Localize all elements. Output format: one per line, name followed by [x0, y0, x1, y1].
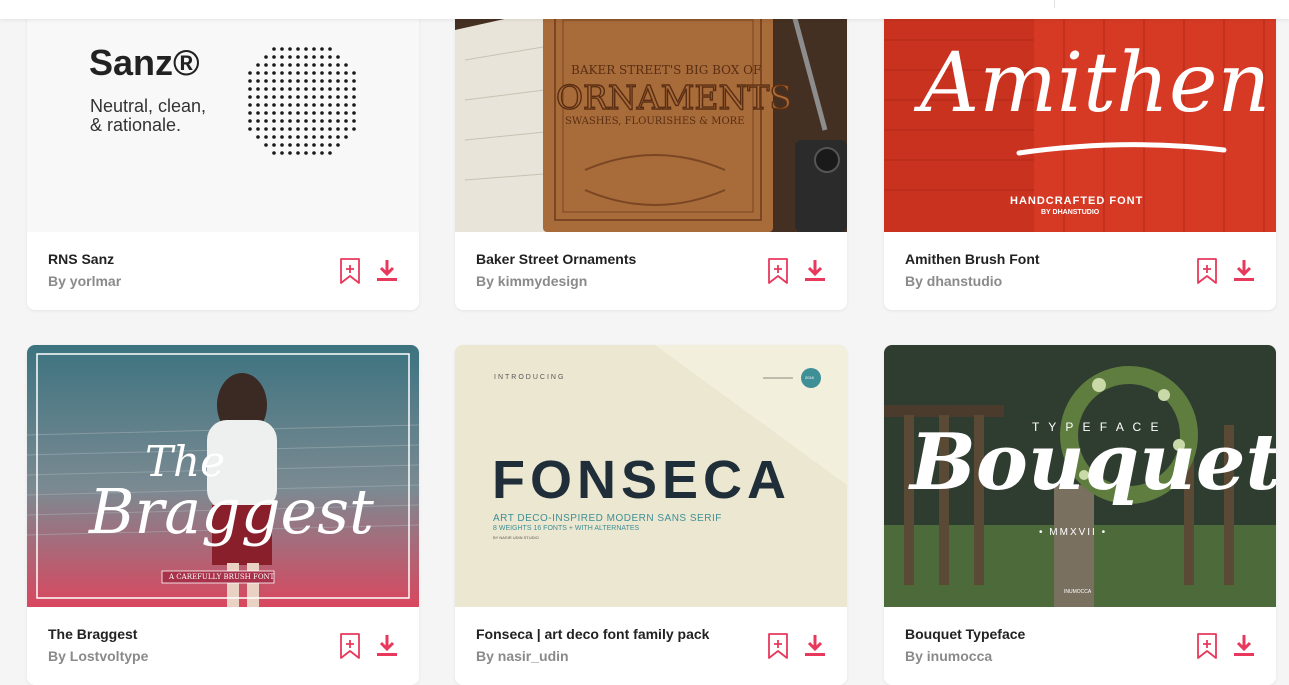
download-icon[interactable]	[804, 259, 826, 283]
download-icon[interactable]	[1233, 634, 1255, 658]
preview-year: • MMXVII •	[1039, 527, 1108, 538]
font-card[interactable]: Sanz® Neutral, clean, & rationale. RNS S…	[27, 0, 419, 310]
font-title[interactable]: Fonseca | art deco font family pack	[476, 626, 709, 642]
font-card-meta: Bouquet Typeface By inumocca	[884, 607, 1276, 685]
font-preview-image[interactable]: The Braggest A CAREFULLY BRUSH FONT	[27, 345, 419, 607]
font-card-meta: Amithen Brush Font By dhanstudio	[884, 232, 1276, 310]
download-icon[interactable]	[376, 634, 398, 658]
preview-text: SWASHES, FLOURISHES & MORE	[565, 116, 745, 127]
bookmark-add-icon[interactable]	[767, 632, 789, 660]
font-card[interactable]: T Y P E F A C E Bouquet • MMXVII • INUMO…	[884, 345, 1276, 685]
font-preview-image[interactable]: INTRODUCING 2016 FONSECA ART DECO-INSPIR…	[455, 345, 847, 607]
preview-intro: INTRODUCING	[494, 374, 566, 381]
font-card[interactable]: The Braggest A CAREFULLY BRUSH FONT The …	[27, 345, 419, 685]
font-author-link[interactable]: By nasir_udin	[476, 648, 569, 664]
font-card-meta: RNS Sanz By yorlmar	[27, 232, 419, 310]
download-icon[interactable]	[376, 259, 398, 283]
font-preview-image[interactable]: Sanz® Neutral, clean, & rationale.	[27, 0, 419, 232]
preview-word: Amithen	[920, 36, 1271, 131]
bookmark-add-icon[interactable]	[339, 632, 361, 660]
font-preview-image[interactable]: Amithen HANDCRAFTED FONT BY DHANSTUDIO	[884, 0, 1276, 232]
font-title[interactable]: RNS Sanz	[48, 251, 114, 267]
font-card-meta: Fonseca | art deco font family pack By n…	[455, 607, 847, 685]
bookmark-add-icon[interactable]	[339, 257, 361, 285]
bookmark-add-icon[interactable]	[1196, 257, 1218, 285]
preview-tagline: Neutral, clean,	[90, 96, 207, 116]
font-title[interactable]: The Braggest	[48, 626, 137, 642]
nav-divider	[1054, 0, 1055, 8]
font-title[interactable]: Amithen Brush Font	[905, 251, 1040, 267]
font-card[interactable]: INTRODUCING 2016 FONSECA ART DECO-INSPIR…	[455, 345, 847, 685]
preview-text: ORNAMENTS	[555, 77, 792, 117]
preview-logo: Sanz®	[89, 42, 200, 83]
font-preview-image[interactable]: T Y P E F A C E Bouquet • MMXVII • INUMO…	[884, 345, 1276, 607]
font-title[interactable]: Baker Street Ornaments	[476, 251, 636, 267]
top-navigation-bar	[0, 0, 1289, 19]
font-card-meta: Baker Street Ornaments By kimmydesign	[455, 232, 847, 310]
bookmark-add-icon[interactable]	[767, 257, 789, 285]
font-card[interactable]: BAKER STREET'S BIG BOX OF ORNAMENTS SWAS…	[455, 0, 847, 310]
preview-word: Bouquet	[910, 417, 1276, 508]
download-icon[interactable]	[804, 634, 826, 658]
preview-word: FONSECA	[492, 450, 792, 510]
preview-badge: 2016	[805, 375, 814, 380]
preview-tagline: & rationale.	[90, 115, 182, 135]
preview-subtitle: HANDCRAFTED FONT	[1010, 195, 1144, 207]
bookmark-add-icon[interactable]	[1196, 632, 1218, 660]
preview-credit: INUMOCCA	[1064, 589, 1092, 595]
font-author-link[interactable]: By dhanstudio	[905, 273, 1002, 289]
download-icon[interactable]	[1233, 259, 1255, 283]
font-author-link[interactable]: By Lostvoltype	[48, 648, 148, 664]
preview-credit: BY DHANSTUDIO	[1041, 209, 1100, 216]
preview-subtitle: ART DECO-INSPIRED MODERN SANS SERIF	[493, 513, 722, 524]
font-author-link[interactable]: By yorlmar	[48, 273, 121, 289]
dot-circle-graphic	[248, 47, 356, 155]
font-card-meta: The Braggest By Lostvoltype	[27, 607, 419, 685]
font-card[interactable]: Amithen HANDCRAFTED FONT BY DHANSTUDIO A…	[884, 0, 1276, 310]
font-author-link[interactable]: By inumocca	[905, 648, 992, 664]
preview-ribbon: A CAREFULLY BRUSH FONT	[169, 573, 275, 581]
preview-text: BAKER STREET'S BIG BOX OF	[571, 63, 762, 77]
font-author-link[interactable]: By kimmydesign	[476, 273, 587, 289]
preview-credit: BY NASIR UDIN STUDIO	[493, 535, 539, 540]
font-preview-image[interactable]: BAKER STREET'S BIG BOX OF ORNAMENTS SWAS…	[455, 0, 847, 232]
font-title[interactable]: Bouquet Typeface	[905, 626, 1025, 642]
preview-details: 8 WEIGHTS 16 FONTS + WITH ALTERNATES	[493, 525, 640, 532]
preview-word: Braggest	[89, 475, 374, 548]
